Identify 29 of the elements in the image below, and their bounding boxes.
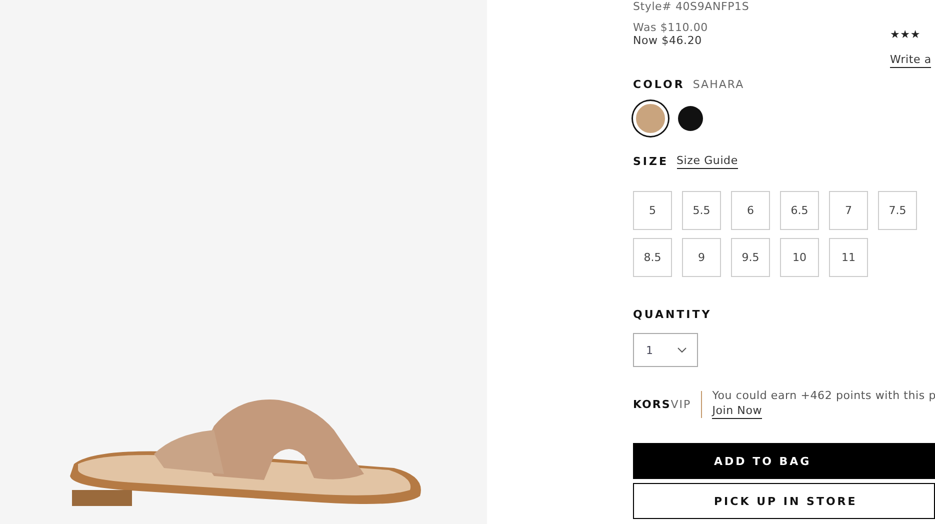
size-option[interactable]: 7.5: [878, 191, 917, 230]
quantity-select[interactable]: 1: [633, 333, 698, 367]
color-swatch[interactable]: [678, 106, 703, 131]
was-price: Was $110.00: [633, 21, 709, 34]
color-label: COLOR: [633, 78, 685, 91]
size-guide-link[interactable]: Size Guide: [676, 154, 738, 169]
size-option[interactable]: 7: [829, 191, 868, 230]
size-option[interactable]: 5: [633, 191, 672, 230]
size-option[interactable]: 5.5: [682, 191, 721, 230]
write-review-link[interactable]: Write a: [890, 53, 932, 68]
size-option[interactable]: 6: [731, 191, 770, 230]
size-option[interactable]: 9: [682, 238, 721, 277]
add-to-bag-button[interactable]: ADD TO BAG: [633, 443, 935, 479]
size-option[interactable]: 11: [829, 238, 868, 277]
color-value: SAHARA: [692, 78, 744, 91]
size-option[interactable]: 9.5: [731, 238, 770, 277]
size-option[interactable]: 8.5: [633, 238, 672, 277]
korsvip-logo: KORSVIP: [633, 398, 692, 410]
chevron-down-icon: [677, 347, 687, 353]
join-now-link[interactable]: Join Now: [712, 404, 762, 419]
size-option[interactable]: 6.5: [780, 191, 819, 230]
pick-up-in-store-button[interactable]: PICK UP IN STORE: [633, 483, 935, 519]
now-price: Now $46.20: [633, 34, 703, 47]
rating-stars: ★★★: [890, 28, 920, 41]
style-number: Style# 40S9ANFP1S: [633, 0, 750, 13]
color-swatch[interactable]: [633, 101, 668, 136]
quantity-label: QUANTITY: [633, 308, 712, 321]
size-option[interactable]: 10: [780, 238, 819, 277]
size-label: SIZE: [633, 155, 669, 168]
